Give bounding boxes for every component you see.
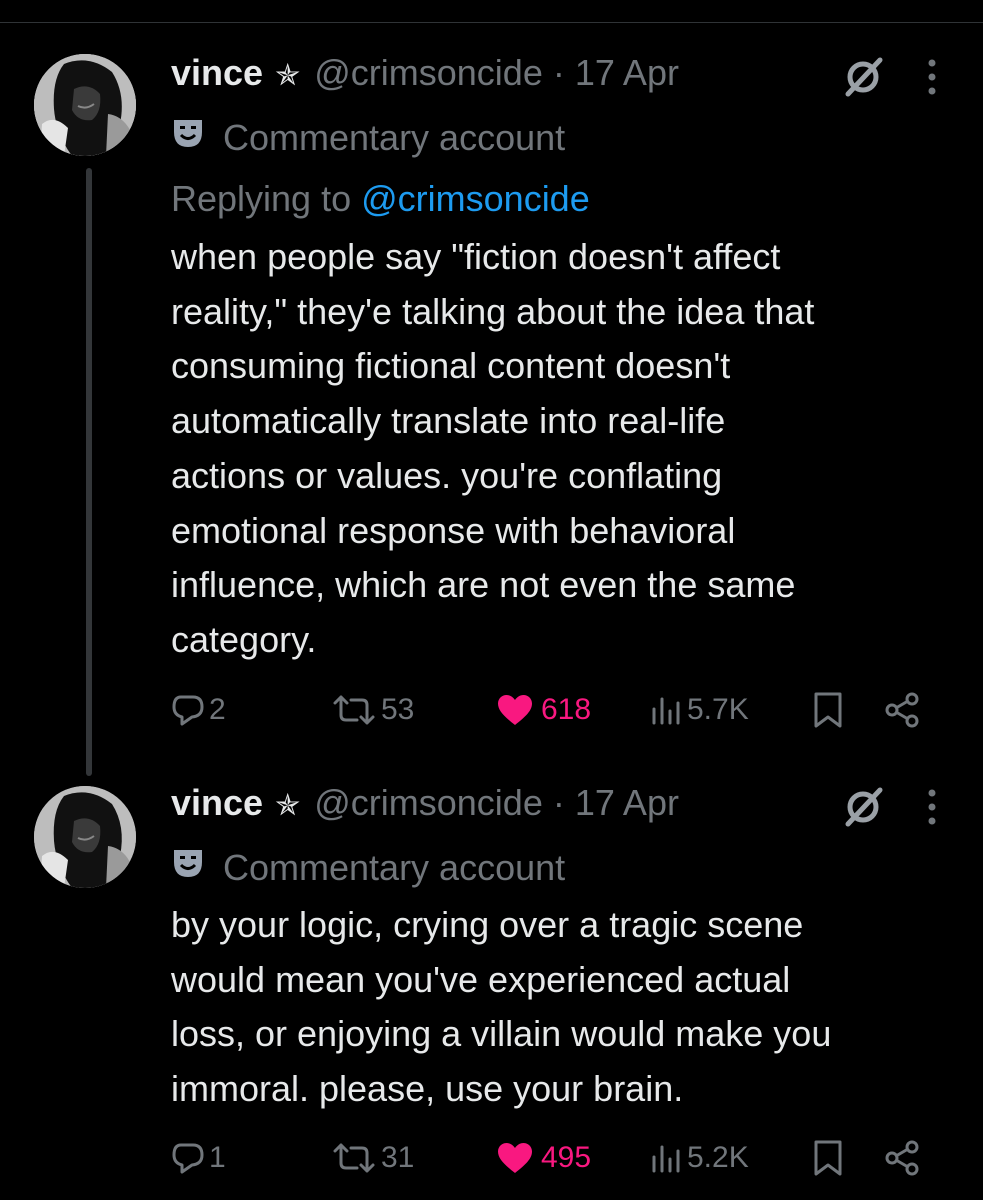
mask-icon: [171, 843, 205, 893]
views-button[interactable]: 5.7K: [649, 693, 813, 727]
grok-icon[interactable]: [842, 784, 886, 845]
user-handle[interactable]: @crimsoncide: [314, 52, 543, 93]
user-handle[interactable]: @crimsoncide: [314, 782, 543, 823]
pentagram-icon: ✯: [275, 59, 301, 92]
share-button[interactable]: [883, 691, 921, 729]
share-icon: [883, 691, 921, 729]
bookmark-button[interactable]: [813, 691, 883, 729]
repost-icon: [331, 1141, 377, 1175]
account-label-text: Commentary account: [223, 847, 566, 888]
bookmark-button[interactable]: [813, 1139, 883, 1177]
repost-count: 31: [381, 1141, 415, 1174]
tweet-date[interactable]: 17 Apr: [575, 782, 679, 823]
header-icons: [842, 54, 938, 115]
more-icon[interactable]: [926, 786, 938, 844]
views-button[interactable]: 5.2K: [649, 1141, 813, 1175]
heart-icon: [497, 1142, 533, 1174]
repost-icon: [331, 693, 377, 727]
pentagram-icon: ✯: [275, 789, 301, 822]
account-label-text: Commentary account: [223, 117, 566, 158]
separator: ·: [552, 782, 565, 823]
top-divider: [0, 22, 983, 23]
repost-button[interactable]: 31: [331, 1141, 497, 1175]
header-icons: [842, 784, 938, 845]
account-label: Commentary account: [171, 838, 946, 898]
display-name[interactable]: vince: [171, 782, 263, 823]
heart-icon: [497, 694, 533, 726]
repost-count: 53: [381, 693, 415, 726]
tweet-text: when people say "fiction doesn't affect …: [171, 236, 815, 660]
action-bar: 2 53 618 5.7K: [171, 682, 931, 738]
views-icon: [649, 1141, 683, 1175]
views-count: 5.2K: [687, 1141, 749, 1174]
like-button[interactable]: 618: [497, 693, 649, 727]
share-icon: [883, 1139, 921, 1177]
views-icon: [649, 693, 683, 727]
thread-connector-line: [86, 168, 92, 776]
like-button[interactable]: 495: [497, 1141, 649, 1175]
share-button[interactable]: [883, 1139, 921, 1177]
account-label: Commentary account: [171, 108, 946, 168]
reply-button[interactable]: 2: [171, 693, 331, 727]
replying-to: Replying to @crimsoncide: [171, 168, 946, 230]
reply-button[interactable]: 1: [171, 1141, 331, 1175]
like-count: 495: [541, 1141, 592, 1174]
tweet-text: by your logic, crying over a tragic scen…: [171, 904, 832, 1110]
reply-icon: [171, 693, 205, 727]
avatar[interactable]: [34, 786, 136, 888]
views-count: 5.7K: [687, 693, 749, 726]
reply-count: 1: [209, 1141, 226, 1174]
replying-mention-link[interactable]: @crimsoncide: [361, 178, 590, 219]
tweet-header: vince ✯ @crimsoncide · 17 Apr: [171, 774, 946, 838]
reply-icon: [171, 1141, 205, 1175]
bookmark-icon: [813, 1139, 843, 1177]
mask-icon: [171, 113, 205, 163]
bookmark-icon: [813, 691, 843, 729]
grok-icon[interactable]: [842, 54, 886, 115]
like-count: 618: [541, 693, 592, 726]
avatar[interactable]: [34, 54, 136, 156]
replying-prefix: Replying to: [171, 178, 352, 219]
tweet-date[interactable]: 17 Apr: [575, 52, 679, 93]
display-name[interactable]: vince: [171, 52, 263, 93]
separator: ·: [552, 52, 565, 93]
action-bar: 1 31 495 5.2K: [171, 1130, 931, 1186]
more-icon[interactable]: [926, 56, 938, 114]
tweet-header: vince ✯ @crimsoncide · 17 Apr: [171, 44, 946, 108]
repost-button[interactable]: 53: [331, 693, 497, 727]
reply-count: 2: [209, 693, 226, 726]
